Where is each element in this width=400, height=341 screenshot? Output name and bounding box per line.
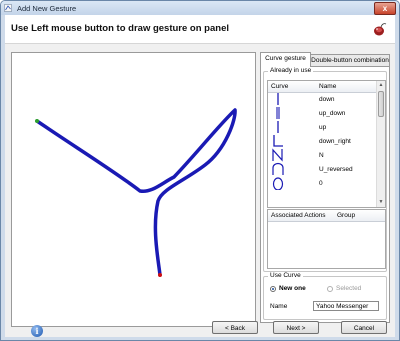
add-gesture-window: Add New Gesture x Use Left mouse button …	[0, 0, 400, 341]
scroll-down-arrow-icon[interactable]: ▼	[377, 198, 385, 207]
curve-name: down	[319, 96, 335, 103]
curve-name: U_reversed	[319, 166, 353, 173]
dialog-client: Use Left mouse button to draw gesture on…	[5, 15, 395, 337]
zero-curve-icon	[272, 177, 284, 190]
curve-list[interactable]: Curve Name down up_down up down_right N …	[267, 80, 386, 208]
name-label: Name	[270, 303, 288, 310]
u-reversed-curve-icon	[272, 162, 284, 175]
scroll-up-arrow-icon[interactable]: ▲	[377, 81, 385, 90]
selected-label[interactable]: Selected	[336, 285, 361, 292]
list-item[interactable]: up	[268, 120, 376, 134]
close-icon: x	[382, 4, 388, 13]
scroll-thumb[interactable]	[378, 91, 384, 117]
already-in-use-label: Already in use	[268, 67, 314, 74]
back-button[interactable]: < Back	[212, 321, 258, 334]
close-button[interactable]: x	[374, 2, 396, 15]
curve-name: up_down	[319, 110, 346, 117]
up-curve-icon	[277, 121, 279, 133]
list-item[interactable]: 0	[268, 176, 376, 190]
use-curve-group: Use Curve New one Selected Name Yahoo Me…	[263, 272, 387, 320]
up-down-curve-icon	[276, 107, 280, 119]
dialog-footer: i < Back Next > Cancel	[5, 321, 395, 337]
column-header-curve[interactable]: Curve	[271, 83, 288, 90]
mouse-logo-icon	[374, 23, 387, 36]
curve-list-scrollbar[interactable]: ▲ ▼	[376, 81, 385, 207]
list-item[interactable]: N	[268, 148, 376, 162]
next-button[interactable]: Next >	[273, 321, 319, 334]
gesture-stroke	[35, 108, 237, 277]
dialog-header: Use Left mouse button to draw gesture on…	[5, 15, 395, 44]
gesture-name-input[interactable]: Yahoo Messenger	[313, 301, 379, 311]
selected-radio[interactable]	[327, 286, 333, 292]
new-one-radio[interactable]	[270, 286, 276, 292]
n-curve-icon	[272, 148, 283, 162]
list-item[interactable]: U_reversed	[268, 162, 376, 176]
cancel-button[interactable]: Cancel	[341, 321, 387, 334]
list-item[interactable]: down	[268, 92, 376, 106]
info-icon[interactable]: i	[31, 325, 43, 337]
gesture-drawing-panel[interactable]	[11, 52, 256, 327]
column-header-associated-actions[interactable]: Associated Actions	[271, 212, 326, 219]
down-curve-icon	[277, 93, 279, 105]
column-header-name[interactable]: Name	[319, 83, 336, 90]
app-icon	[4, 4, 12, 12]
down-right-curve-icon	[273, 135, 283, 147]
curve-name: 0	[319, 180, 323, 187]
curve-name: up	[319, 124, 327, 131]
tab-double-button-combination[interactable]: Double-button combination	[310, 54, 390, 66]
stroke-end-dot	[158, 273, 162, 277]
curve-gesture-panel: Already in use Curve Name down up_down u…	[260, 66, 390, 323]
use-curve-label: Use Curve	[268, 272, 303, 279]
curve-name: N	[319, 152, 324, 159]
stroke-start-dot	[35, 119, 39, 123]
associated-actions-table[interactable]: Associated Actions Group	[267, 209, 386, 269]
list-item[interactable]: down_right	[268, 134, 376, 148]
list-item[interactable]: up_down	[268, 106, 376, 120]
tab-curve-gesture[interactable]: Curve gesture	[260, 52, 311, 67]
new-one-label[interactable]: New one	[279, 285, 306, 292]
window-title: Add New Gesture	[17, 4, 77, 13]
column-header-group[interactable]: Group	[337, 212, 355, 219]
page-title: Use Left mouse button to draw gesture on…	[11, 23, 229, 34]
already-in-use-group: Already in use Curve Name down up_down u…	[263, 67, 387, 272]
title-bar: Add New Gesture x	[1, 1, 399, 15]
actions-table-header: Associated Actions Group	[268, 210, 385, 222]
curve-name: down_right	[319, 138, 351, 145]
